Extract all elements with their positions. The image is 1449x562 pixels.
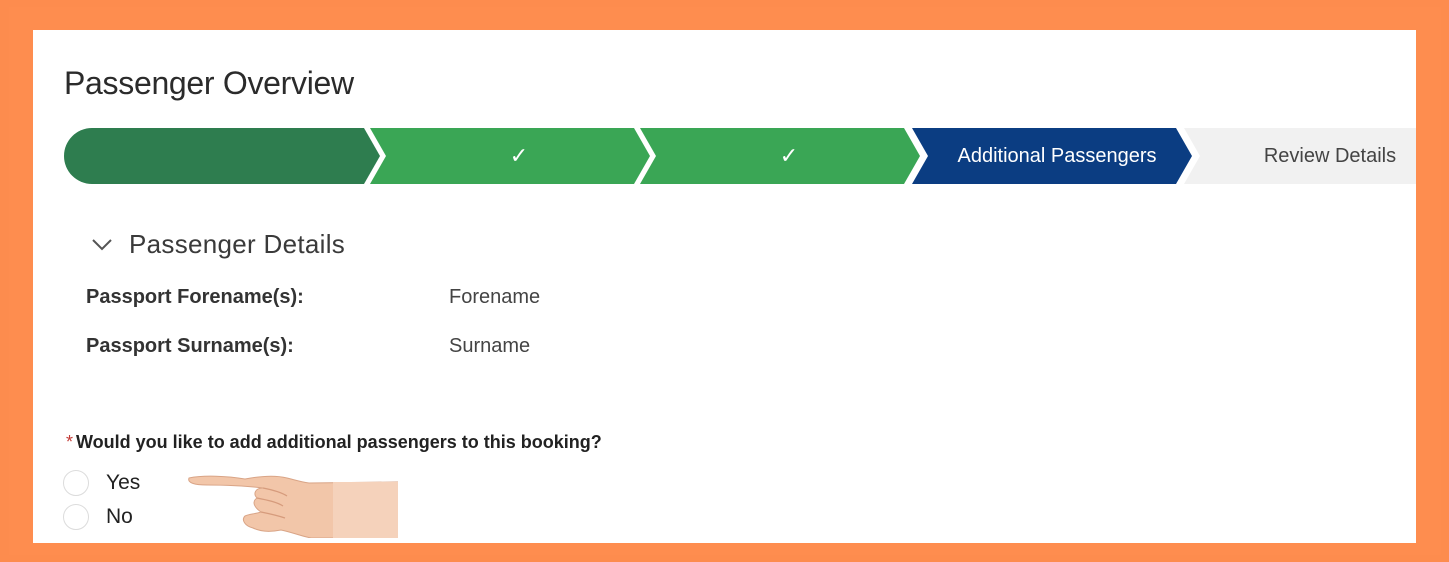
field-label: Passport Surname(s): — [86, 335, 294, 357]
field-value: Surname — [449, 335, 531, 357]
radio-label-yes[interactable]: Yes — [106, 471, 140, 495]
section-toggle[interactable]: Passenger Details — [89, 226, 345, 262]
radio-button-yes[interactable] — [63, 470, 89, 496]
radio-label-no[interactable]: No — [106, 505, 133, 529]
question-label: * Would you like to add additional passen… — [66, 432, 602, 453]
stage-3-check-icon: ✓ — [779, 143, 799, 168]
pointing-hand-illustration — [188, 475, 398, 538]
required-marker: * — [66, 432, 74, 452]
path-stage-1[interactable] — [64, 128, 380, 184]
radio-button-no[interactable] — [63, 504, 89, 530]
progress-path: ✓ ✓ Additional Passengers Review Details — [64, 128, 1416, 184]
radio-option-yes[interactable]: Yes — [63, 468, 140, 498]
question-text: Would you like to add additional passeng… — [76, 432, 602, 452]
stage-4-label: Additional Passengers — [957, 145, 1157, 167]
page-title: Passenger Overview — [64, 65, 354, 101]
radio-option-no[interactable]: No — [63, 502, 133, 532]
field-label: Passport Forename(s): — [86, 286, 304, 308]
section-title: Passenger Details — [129, 228, 346, 259]
field-value: Forename — [449, 286, 541, 308]
chevron-down-icon — [92, 239, 112, 251]
content-panel: Passenger Overview ✓ ✓ Additional Passen… — [33, 30, 1416, 543]
stage-5-label: Review Details — [1263, 145, 1397, 167]
stage-2-check-icon: ✓ — [509, 143, 529, 168]
